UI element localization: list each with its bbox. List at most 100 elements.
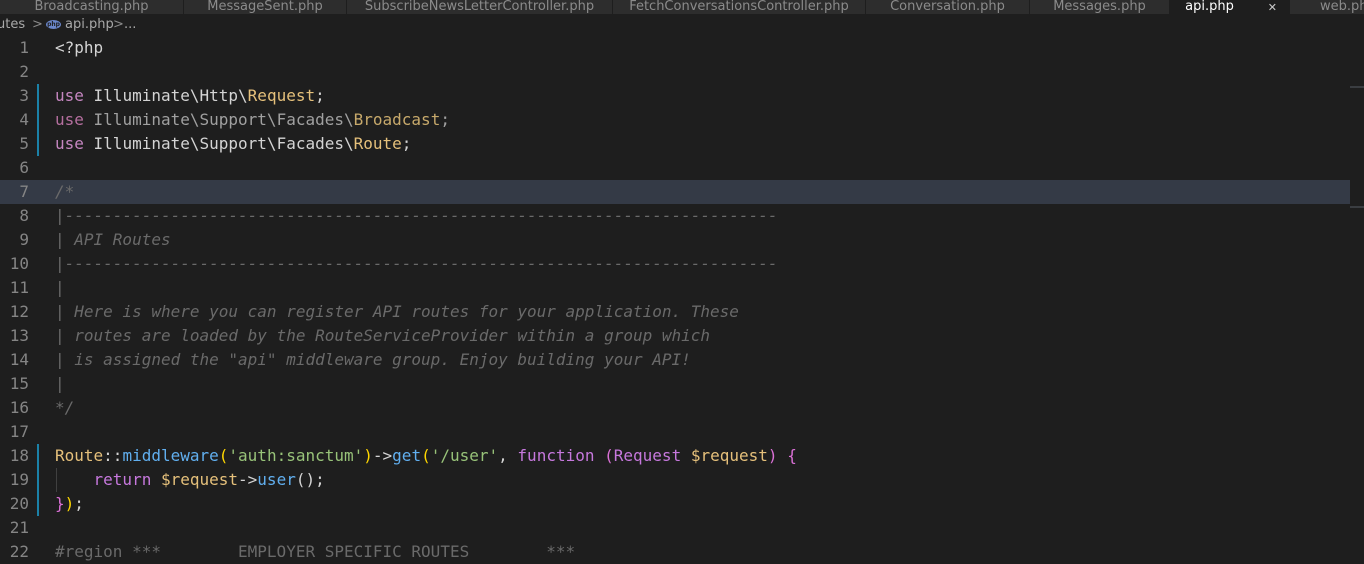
code-token: (); — [295, 470, 325, 489]
code-line[interactable]: 6 — [0, 156, 1364, 180]
code-token: Illuminate\Http\ — [83, 86, 248, 105]
tab-fetch-conversations-controller[interactable]: FetchConversationsController.php — [613, 0, 866, 14]
php-file-icon: php — [46, 20, 61, 29]
code-line[interactable]: 8 |--------------------------------------… — [0, 204, 1364, 228]
code-text: Route::middleware('auth:sanctum')->get('… — [55, 444, 797, 468]
code-text: */ — [55, 396, 74, 420]
code-editor[interactable]: 1 <?php 2 3 use Illuminate\Http\Request; 4 use… — [0, 36, 1364, 561]
code-token: | — [55, 278, 65, 297]
line-number: 6 — [19, 158, 29, 177]
tab-label: api.php — [1185, 0, 1234, 14]
breadcrumb-folder[interactable]: routes — [0, 17, 25, 33]
code-text: use Illuminate\Http\Request; — [55, 84, 325, 108]
code-token: Broadcast — [353, 110, 441, 129]
code-text: | API Routes — [55, 228, 171, 252]
code-token: :: — [103, 446, 123, 465]
code-text: | Here is where you can register API rou… — [55, 300, 739, 324]
code-token: ) — [64, 494, 75, 513]
code-line[interactable]: 1 <?php — [0, 36, 1364, 60]
tab-label: FetchConversationsController.php — [629, 0, 849, 14]
code-text: /* — [55, 180, 74, 204]
code-token: ) — [363, 446, 373, 465]
code-line[interactable]: 21 — [0, 516, 1364, 540]
code-token: $request — [690, 446, 768, 465]
code-token: ) — [767, 446, 778, 465]
line-number: 20 — [9, 494, 29, 513]
tab-label: Messages.php — [1053, 0, 1146, 14]
code-line[interactable]: 10 |-------------------------------------… — [0, 252, 1364, 276]
code-line[interactable]: 15 | — [0, 372, 1364, 396]
code-token: ( — [218, 446, 229, 465]
code-token: Route — [55, 446, 104, 465]
code-token: ( — [421, 446, 431, 465]
code-line[interactable]: 17 — [0, 420, 1364, 444]
code-line[interactable]: 19 return $request->user(); — [0, 468, 1364, 492]
code-token: ; — [315, 86, 325, 105]
code-token: ; — [401, 134, 412, 153]
code-line[interactable]: 9 | API Routes — [0, 228, 1364, 252]
code-text: |---------------------------------------… — [55, 204, 777, 228]
chevron-right-icon: > — [113, 17, 124, 32]
line-number: 16 — [9, 398, 29, 417]
code-text: | routes are loaded by the RouteServiceP… — [55, 324, 710, 348]
tab-web[interactable]: web.php — [1290, 0, 1364, 14]
code-token: <?php — [55, 38, 104, 57]
code-token: |---------------------------------------… — [55, 206, 778, 225]
code-text: |---------------------------------------… — [55, 252, 777, 276]
tab-label: web.php — [1320, 0, 1364, 14]
tab-conversation[interactable]: Conversation.php — [866, 0, 1030, 14]
code-token: | Here is where you can register API rou… — [55, 302, 739, 321]
code-token: ; — [74, 494, 84, 513]
code-token: middleware — [122, 446, 219, 465]
code-token: Request — [247, 86, 316, 105]
close-icon[interactable]: ✕ — [1268, 2, 1277, 13]
breadcrumb: routes > php api.php > ... — [0, 14, 1364, 36]
code-line[interactable]: 22 #region *** EMPLOYER SPECIFIC ROUTES *… — [0, 540, 1364, 564]
tab-subscribe-newsletter-controller[interactable]: SubscribeNewsLetterController.php — [347, 0, 613, 14]
code-line[interactable]: 11 | — [0, 276, 1364, 300]
code-line[interactable]: 16 */ — [0, 396, 1364, 420]
code-text: <?php — [55, 36, 103, 60]
code-token: | is assigned the "api" middleware group… — [55, 350, 691, 369]
tab-api[interactable]: api.php ✕ — [1170, 0, 1290, 14]
breadcrumb-symbols[interactable]: ... — [124, 17, 136, 33]
code-line[interactable]: 20}); — [0, 492, 1364, 516]
tab-broadcasting[interactable]: Broadcasting.php — [0, 0, 184, 14]
breadcrumb-file[interactable]: api.php — [65, 17, 114, 33]
code-token: Request — [613, 446, 682, 465]
code-line[interactable]: 5 use Illuminate\Support\Facades\Route; — [0, 132, 1364, 156]
editor-tab-bar: Broadcasting.php MessageSent.php Subscri… — [0, 0, 1364, 14]
code-token: | routes are loaded by the RouteServiceP… — [55, 326, 711, 345]
code-token: | API Routes — [55, 230, 171, 249]
vertical-scrollbar[interactable] — [1350, 36, 1364, 550]
code-line[interactable]: 14 | is assigned the "api" middleware gro… — [0, 348, 1364, 372]
code-token: return — [93, 470, 152, 489]
code-text: | — [55, 276, 65, 300]
line-number: 11 — [9, 278, 29, 297]
tab-message-sent[interactable]: MessageSent.php — [184, 0, 347, 14]
overview-ruler-mark — [1350, 86, 1364, 88]
tab-messages[interactable]: Messages.php — [1030, 0, 1170, 14]
code-text: }); — [55, 492, 84, 516]
code-token: /* — [55, 182, 75, 201]
code-line[interactable]: 3 use Illuminate\Http\Request; — [0, 84, 1364, 108]
code-token: $request — [160, 470, 239, 489]
code-line[interactable]: 4 use Illuminate\Support\Facades\Broadcas… — [0, 108, 1364, 132]
line-number: 12 — [9, 302, 29, 321]
tab-label: Broadcasting.php — [34, 0, 149, 14]
tab-label: MessageSent.php — [207, 0, 323, 14]
code-token: Illuminate\Support\Facades\ — [83, 134, 354, 153]
code-token: -> — [238, 470, 258, 489]
line-number: 22 — [9, 542, 29, 561]
code-line[interactable]: 2 — [0, 60, 1364, 84]
code-line[interactable]: 13 | routes are loaded by the RouteServic… — [0, 324, 1364, 348]
line-number: 13 — [9, 326, 29, 345]
code-text: use Illuminate\Support\Facades\Broadcast… — [55, 108, 450, 132]
code-line[interactable]: 18 Route::middleware('auth:sanctum')->get… — [0, 444, 1364, 468]
code-line[interactable]: 12 | Here is where you can register API r… — [0, 300, 1364, 324]
code-line-current[interactable]: 7 /* — [0, 180, 1364, 204]
